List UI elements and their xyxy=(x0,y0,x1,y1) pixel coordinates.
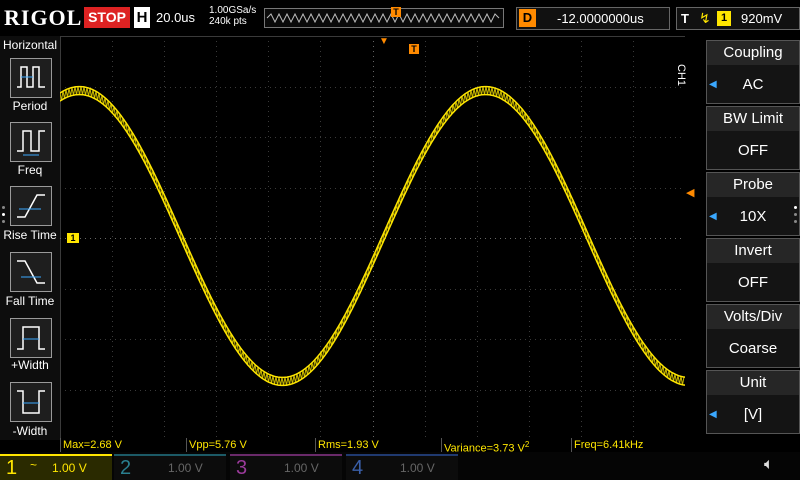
run-stop-indicator[interactable]: STOP xyxy=(84,7,130,28)
ch2-number: 2 xyxy=(120,457,132,479)
acquisition-info: 1.00GSa/s 240k pts xyxy=(209,5,256,27)
volts-div-softkey[interactable]: Volts/Div Coarse xyxy=(706,304,800,368)
bw-limit-label: BW Limit xyxy=(707,107,799,131)
unit-label: Unit xyxy=(707,371,799,395)
memory-position-bar[interactable]: T xyxy=(264,7,504,28)
sample-rate: 1.00GSa/s xyxy=(209,5,257,16)
pos-width-button[interactable] xyxy=(10,318,52,358)
measurement-bar: Max=2.68 V Vpp=5.76 V Rms=1.93 V Varianc… xyxy=(60,438,700,455)
pos-width-label: +Width xyxy=(11,358,49,372)
trigger-position-arrow-icon: ▼ xyxy=(379,36,389,47)
measure-variance[interactable]: Variance=3.73 V2 xyxy=(441,438,572,455)
measure-freq[interactable]: Freq=6.41kHz xyxy=(571,438,698,452)
coupling-value: AC xyxy=(742,76,764,93)
volts-div-value: Coarse xyxy=(728,340,778,357)
channel-status-bar: 1 ~ 1.00 V 2 1.00 V 3 1.00 V 4 1.00 V 🔈︎ xyxy=(0,452,800,480)
ch1-menu-tab: CH1 xyxy=(675,64,687,87)
ch3-status[interactable]: 3 1.00 V xyxy=(230,454,342,480)
freq-icon xyxy=(17,130,45,156)
invert-label: Invert xyxy=(707,239,799,263)
trigger-level-marker-icon[interactable]: ◀ xyxy=(686,186,694,199)
delay-value: -12.0000000us xyxy=(557,11,644,26)
coupling-label: Coupling xyxy=(707,41,799,65)
horizontal-letter: H xyxy=(134,7,150,28)
fall-time-icon xyxy=(17,260,45,284)
period-icon xyxy=(17,66,45,88)
neg-width-label: -Width xyxy=(12,424,48,438)
measure-vpp[interactable]: Vpp=5.76 V xyxy=(186,438,313,452)
measure-menu-title: Horizontal xyxy=(2,38,58,52)
unit-value: [V] xyxy=(743,406,763,423)
ch2-status[interactable]: 2 1.00 V xyxy=(114,454,226,480)
ch3-number: 3 xyxy=(236,457,248,479)
memory-waveform-preview xyxy=(266,12,500,24)
invert-softkey[interactable]: Invert OFF xyxy=(706,238,800,302)
ch1-offset-marker[interactable]: 1 xyxy=(67,233,79,243)
left-menu-page-indicator xyxy=(2,206,6,230)
top-status-bar: RIGOL STOP H 20.0us 1.00GSa/s 240k pts T… xyxy=(0,0,800,36)
ch1-scale: 1.00 V xyxy=(52,461,87,475)
trigger-letter: T xyxy=(681,11,689,26)
measure-menu-panel: Horizontal Period Freq Rise Time Fall Ti… xyxy=(0,36,60,440)
trigger-source-badge: 1 xyxy=(717,11,731,26)
ch4-scale: 1.00 V xyxy=(400,461,435,475)
ch4-status[interactable]: 4 1.00 V xyxy=(346,454,458,480)
waveform-display[interactable] xyxy=(59,36,686,441)
measure-max[interactable]: Max=2.68 V xyxy=(60,438,187,452)
neg-width-icon xyxy=(17,390,45,414)
measure-rms[interactable]: Rms=1.93 V xyxy=(315,438,442,452)
ch2-scale: 1.00 V xyxy=(168,461,203,475)
rise-time-button[interactable] xyxy=(10,186,52,226)
period-label: Period xyxy=(12,99,48,113)
trigger-edge-icon: ↯ xyxy=(699,10,711,26)
memory-trigger-marker: T xyxy=(391,7,401,17)
trigger-level: 920mV xyxy=(741,11,783,26)
unit-softkey[interactable]: Unit ◀ [V] xyxy=(706,370,800,434)
speaker-muted-icon[interactable]: 🔈︎ xyxy=(764,456,774,474)
probe-softkey[interactable]: Probe ◀ 10X xyxy=(706,172,800,236)
bw-limit-value: OFF xyxy=(738,142,768,159)
ch4-number: 4 xyxy=(352,457,364,479)
freq-label: Freq xyxy=(17,163,43,177)
probe-value: 10X xyxy=(739,208,767,225)
measure-variance-exponent: 2 xyxy=(524,440,530,449)
timebase-value: 20.0us xyxy=(156,10,196,25)
ch3-scale: 1.00 V xyxy=(284,461,319,475)
volts-div-label: Volts/Div xyxy=(707,305,799,329)
horizontal-delay[interactable]: D -12.0000000us xyxy=(516,7,670,30)
ch1-waveform-ripple xyxy=(59,86,685,386)
ch1-waveform-upper xyxy=(59,85,686,379)
ch1-number: 1 xyxy=(6,457,18,479)
coupling-softkey[interactable]: Coupling ◀ AC xyxy=(706,40,800,104)
right-menu-page-indicator xyxy=(794,206,798,230)
fall-time-button[interactable] xyxy=(10,252,52,292)
ch1-coupling-icon: ~ xyxy=(30,458,38,472)
rise-time-icon xyxy=(17,194,45,218)
neg-width-button[interactable] xyxy=(10,382,52,422)
horizontal-timebase[interactable]: H 20.0us xyxy=(134,7,204,28)
waveform-graticule xyxy=(59,36,686,441)
trigger-settings[interactable]: T ↯ 1 920mV xyxy=(676,7,800,30)
bw-limit-softkey[interactable]: BW Limit OFF xyxy=(706,106,800,170)
pos-width-icon xyxy=(17,326,45,350)
invert-value: OFF xyxy=(738,274,768,291)
rigol-logo: RIGOL xyxy=(4,5,83,30)
trigger-time-marker[interactable]: T xyxy=(409,44,419,54)
channel-menu-panel: Coupling ◀ AC BW Limit OFF Probe ◀ 10X I… xyxy=(700,36,800,440)
probe-label: Probe xyxy=(707,173,799,197)
delay-letter: D xyxy=(519,9,536,27)
rise-time-label: Rise Time xyxy=(3,228,57,242)
memory-depth: 240k pts xyxy=(209,16,247,27)
period-button[interactable] xyxy=(10,58,52,98)
ch1-status[interactable]: 1 ~ 1.00 V xyxy=(0,454,112,480)
fall-time-label: Fall Time xyxy=(5,294,55,308)
freq-button[interactable] xyxy=(10,122,52,162)
